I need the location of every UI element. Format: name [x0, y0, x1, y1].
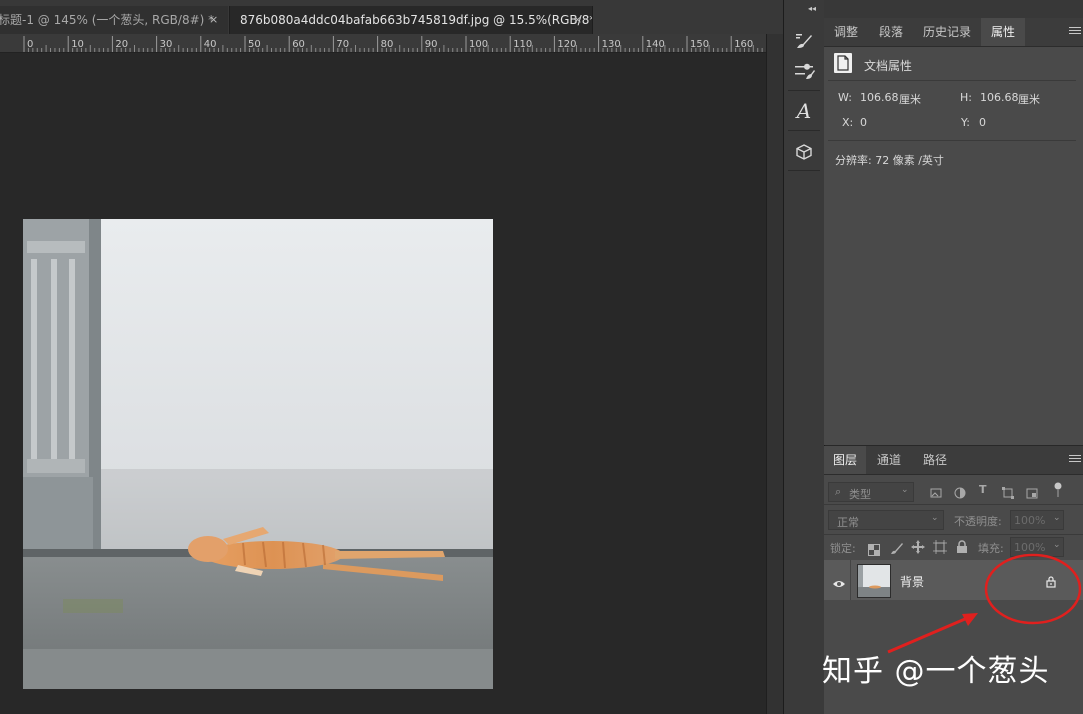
layers-panel-tabs: 图层 通道 路径 — [824, 446, 1083, 475]
document-tab-active-image[interactable]: 876b080a4ddc04bafab663b745819df.jpg @ 15… — [229, 6, 593, 34]
opacity-field[interactable]: 100% ⌄ — [1010, 510, 1064, 530]
height-value[interactable]: 106.68 — [980, 91, 1019, 104]
ruler-ticks: 0 10 20 30 40 50 60 70 80 90 100 110 120 130 140 150 160 — [23, 36, 763, 52]
properties-panel-tabs: 调整 段落 历史记录 属性 — [824, 18, 1083, 47]
ruler-tick-label: 160 — [734, 39, 753, 50]
chevron-down-icon: ⌄ — [931, 513, 939, 523]
tab-history[interactable]: 历史记录 — [914, 18, 980, 46]
height-label: H: — [960, 91, 972, 104]
adjustment-filter-icon[interactable] — [954, 484, 966, 503]
chevron-down-icon: ⌄ — [1053, 513, 1061, 523]
brush-icon[interactable] — [789, 26, 819, 56]
tab-label: 876b080a4ddc04bafab663b745819df.jpg @ 15… — [240, 13, 593, 27]
tab-paragraph[interactable]: 段落 — [868, 18, 914, 46]
document-tab-untitled[interactable]: 标题-1 @ 145% (一个葱头, RGB/8#) * × — [0, 6, 228, 34]
opacity-label: 不透明度: — [954, 515, 1002, 528]
ruler-tick-label: 110 — [513, 39, 532, 50]
ruler-tick-label: 120 — [557, 39, 576, 50]
ruler-tick-label: 130 — [602, 39, 621, 50]
filter-toggle-icon[interactable] — [1054, 482, 1062, 497]
width-unit: 厘米 — [899, 93, 921, 106]
ruler-tick-label: 150 — [690, 39, 709, 50]
tab-label: 标题-1 @ 145% (一个葱头, RGB/8#) * — [0, 13, 215, 27]
ruler-tick-label: 100 — [469, 39, 488, 50]
resolution-text: 分辨率: 72 像素 /英寸 — [835, 154, 944, 167]
layer-filter-select[interactable]: ⌕ 类型 ⌄ — [828, 482, 914, 502]
blend-mode-value: 正常 — [837, 516, 859, 529]
pixel-filter-icon[interactable] — [930, 484, 942, 503]
horizontal-ruler[interactable]: 0 10 20 30 40 50 60 70 80 90 100 110 120 130 140 150 160 — [0, 34, 766, 53]
panel-menu-icon[interactable] — [1069, 25, 1081, 37]
panel-tool-column: ◂◂ A — [783, 0, 825, 714]
lock-label: 锁定: — [830, 542, 856, 555]
search-icon: ⌕ — [835, 485, 842, 498]
watermark-text: 知乎 @一个葱头 — [822, 654, 1050, 689]
document-image — [23, 219, 493, 689]
tab-paths[interactable]: 路径 — [912, 446, 958, 474]
layer-filter-label: 类型 — [849, 488, 871, 501]
y-value[interactable]: 0 — [979, 116, 986, 129]
height-unit: 厘米 — [1018, 93, 1040, 106]
character-icon[interactable]: A — [789, 96, 819, 126]
smart-object-filter-icon[interactable] — [1026, 484, 1038, 503]
document-icon — [834, 53, 852, 73]
chevron-down-icon: ⌄ — [901, 485, 909, 495]
type-filter-icon[interactable]: T — [979, 483, 987, 496]
close-icon[interactable]: × — [209, 6, 218, 34]
tab-channels[interactable]: 通道 — [866, 446, 912, 474]
brush-settings-icon[interactable] — [789, 56, 819, 86]
document-tab-bar: 标题-1 @ 145% (一个葱头, RGB/8#) * × 876b080a4… — [0, 0, 783, 34]
document-properties-title: 文档属性 — [864, 59, 913, 73]
width-value[interactable]: 106.68 — [860, 91, 899, 104]
x-value[interactable]: 0 — [860, 116, 867, 129]
width-label: W: — [838, 91, 852, 104]
close-icon[interactable]: × — [573, 6, 582, 34]
tab-layers[interactable]: 图层 — [824, 446, 866, 474]
y-label: Y: — [961, 116, 970, 129]
tab-properties[interactable]: 属性 — [981, 18, 1025, 46]
panel-dock-header — [824, 0, 1083, 18]
ruler-tick-label: 140 — [646, 39, 665, 50]
document-canvas[interactable] — [0, 53, 766, 714]
annotation-circle — [984, 553, 1082, 625]
blend-mode-select[interactable]: 正常 ⌄ — [828, 510, 944, 530]
3d-cube-icon[interactable] — [789, 137, 819, 167]
collapse-panels-icon[interactable]: ◂◂ — [808, 4, 816, 13]
properties-panel: 调整 段落 历史记录 属性 文档属性 W: 106.68 厘米 H: 106.6… — [824, 18, 1083, 445]
vertical-scrollbar[interactable] — [766, 34, 784, 714]
x-label: X: — [842, 116, 854, 129]
panel-menu-icon[interactable] — [1069, 453, 1081, 465]
eye-icon[interactable] — [832, 574, 846, 593]
lock-transparent-icon[interactable] — [868, 541, 880, 560]
tab-adjustments[interactable]: 调整 — [824, 18, 868, 46]
opacity-value: 100% — [1014, 514, 1046, 527]
shape-filter-icon[interactable] — [1002, 484, 1014, 503]
